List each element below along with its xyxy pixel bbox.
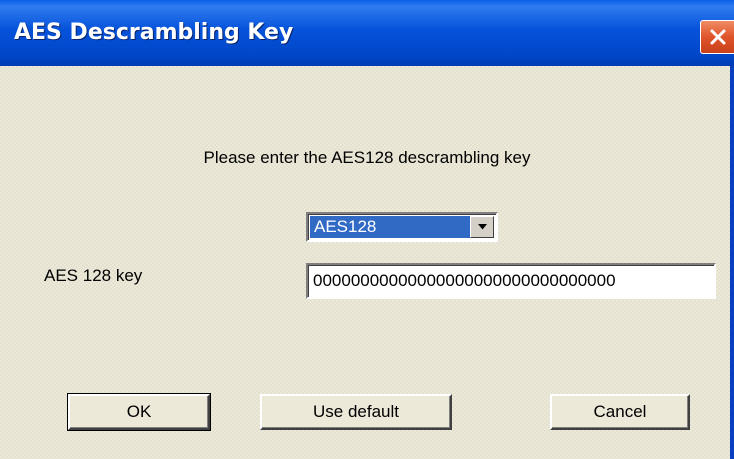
aes-key-input[interactable] xyxy=(306,263,716,299)
window-title: AES Descrambling Key xyxy=(14,20,294,45)
aes-key-label: AES 128 key xyxy=(44,266,143,285)
instruction-text: Please enter the AES128 descrambling key xyxy=(203,148,531,167)
aes-mode-selected-value: AES128 xyxy=(310,216,470,238)
close-icon xyxy=(710,29,726,45)
dialog-window: AES Descrambling Key Please enter the AE… xyxy=(0,0,734,459)
dropdown-button[interactable] xyxy=(470,216,494,238)
ok-button[interactable]: OK xyxy=(67,393,211,431)
aes-mode-select[interactable]: AES128 xyxy=(306,212,498,242)
cancel-button[interactable]: Cancel xyxy=(550,394,690,430)
use-default-button[interactable]: Use default xyxy=(260,394,452,430)
title-bar[interactable]: AES Descrambling Key xyxy=(0,0,734,66)
close-button[interactable] xyxy=(700,20,734,54)
chevron-down-icon xyxy=(478,224,487,230)
